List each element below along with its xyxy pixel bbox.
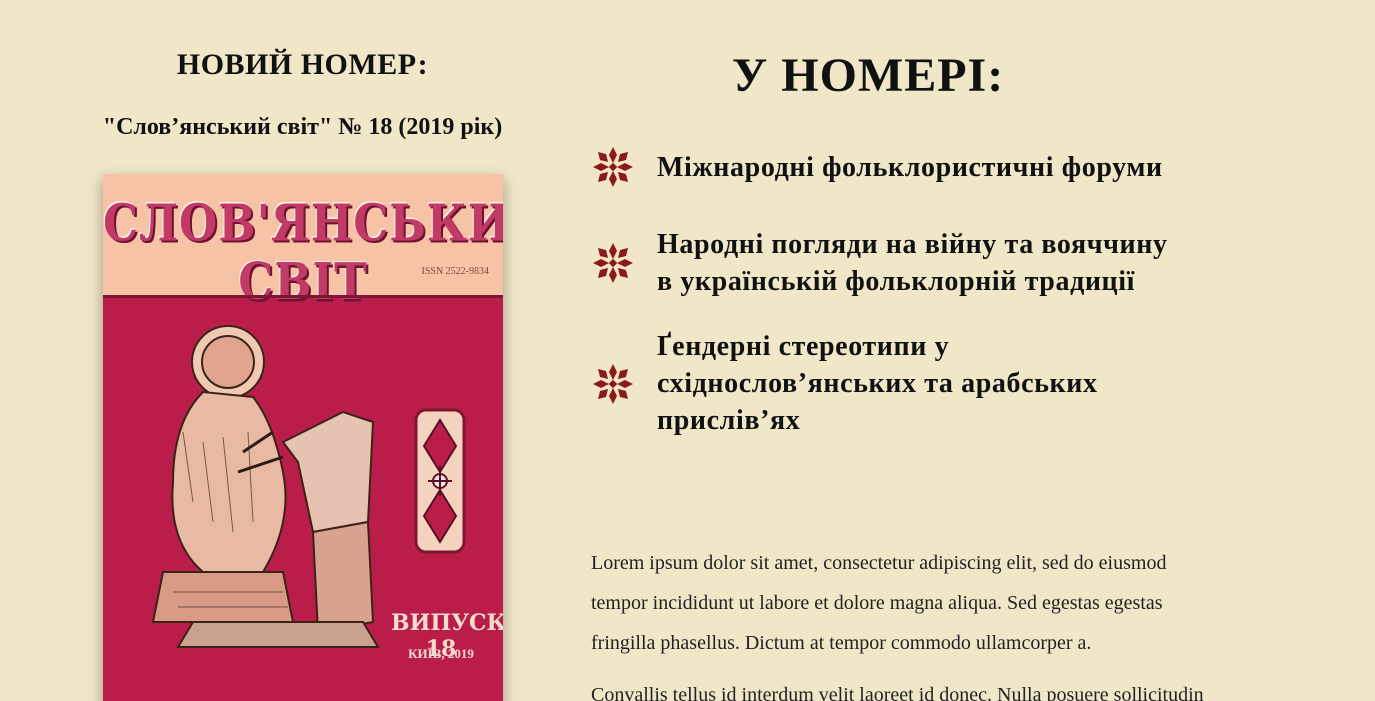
topic-text: Міжнародні фольклористичні форуми [657, 149, 1163, 186]
topic-text: Ґендерні стереотипи у східнослов’янських… [657, 328, 1098, 439]
cover-city-year: КИЇВ, 2019 [408, 646, 474, 661]
journal-cover-image[interactable]: СЛОВ'ЯНСЬКИЙ СВІТ ISSN 2522-9834 [103, 174, 503, 701]
topic-line: Ґендерні стереотипи у [657, 331, 950, 362]
topic-item: Міжнародні фольклористичні форуми [591, 145, 1163, 189]
evangelist-illustration [151, 325, 380, 648]
topic-line: Міжнародні фольклористичні форуми [657, 151, 1163, 183]
topic-text: Народні погляди на війну та вояччину в у… [657, 226, 1168, 300]
issue-subtitle: "Слов’янський світ" № 18 (2019 рік) [102, 114, 503, 140]
paragraph-line: fringilla phasellus. Dictum at tempor co… [591, 632, 1092, 654]
in-issue-heading: У НОМЕРІ: [732, 49, 1005, 102]
cover-issn: ISSN 2522-9834 [421, 266, 489, 277]
topic-line: східнослов’янських та арабських [657, 368, 1098, 399]
topic-line: прислів’ях [657, 405, 801, 436]
embroidery-star-icon [593, 363, 633, 404]
in-issue-section: У НОМЕРІ: Міжнародні фольклористичні фор… [591, 0, 1311, 701]
body-paragraph: Convallis tellus id interdum velit laore… [591, 675, 1311, 701]
paragraph-line: Lorem ipsum dolor sit amet, consectetur … [591, 552, 1167, 574]
cover-divider [103, 295, 503, 298]
paragraph-line: Convallis tellus id interdum velit laore… [591, 684, 1204, 701]
cover-ornament [414, 408, 466, 554]
embroidery-star-icon [593, 243, 633, 283]
embroidery-star-icon [593, 147, 633, 187]
topic-item: Народні погляди на війну та вояччину в у… [591, 226, 1168, 300]
topic-item: Ґендерні стереотипи у східнослов’янських… [591, 328, 1098, 439]
body-paragraph: Lorem ipsum dolor sit amet, consectetur … [591, 543, 1311, 663]
paragraph-line: tempor incididunt ut labore et dolore ma… [591, 592, 1163, 614]
new-issue-heading: НОВИЙ НОМЕР: [176, 48, 429, 81]
topic-line: в українській фольклорній традиції [657, 266, 1136, 297]
new-issue-section: НОВИЙ НОМЕР: "Слов’янський світ" № 18 (2… [0, 0, 605, 701]
topic-line: Народні погляди на війну та вояччину [657, 229, 1168, 260]
